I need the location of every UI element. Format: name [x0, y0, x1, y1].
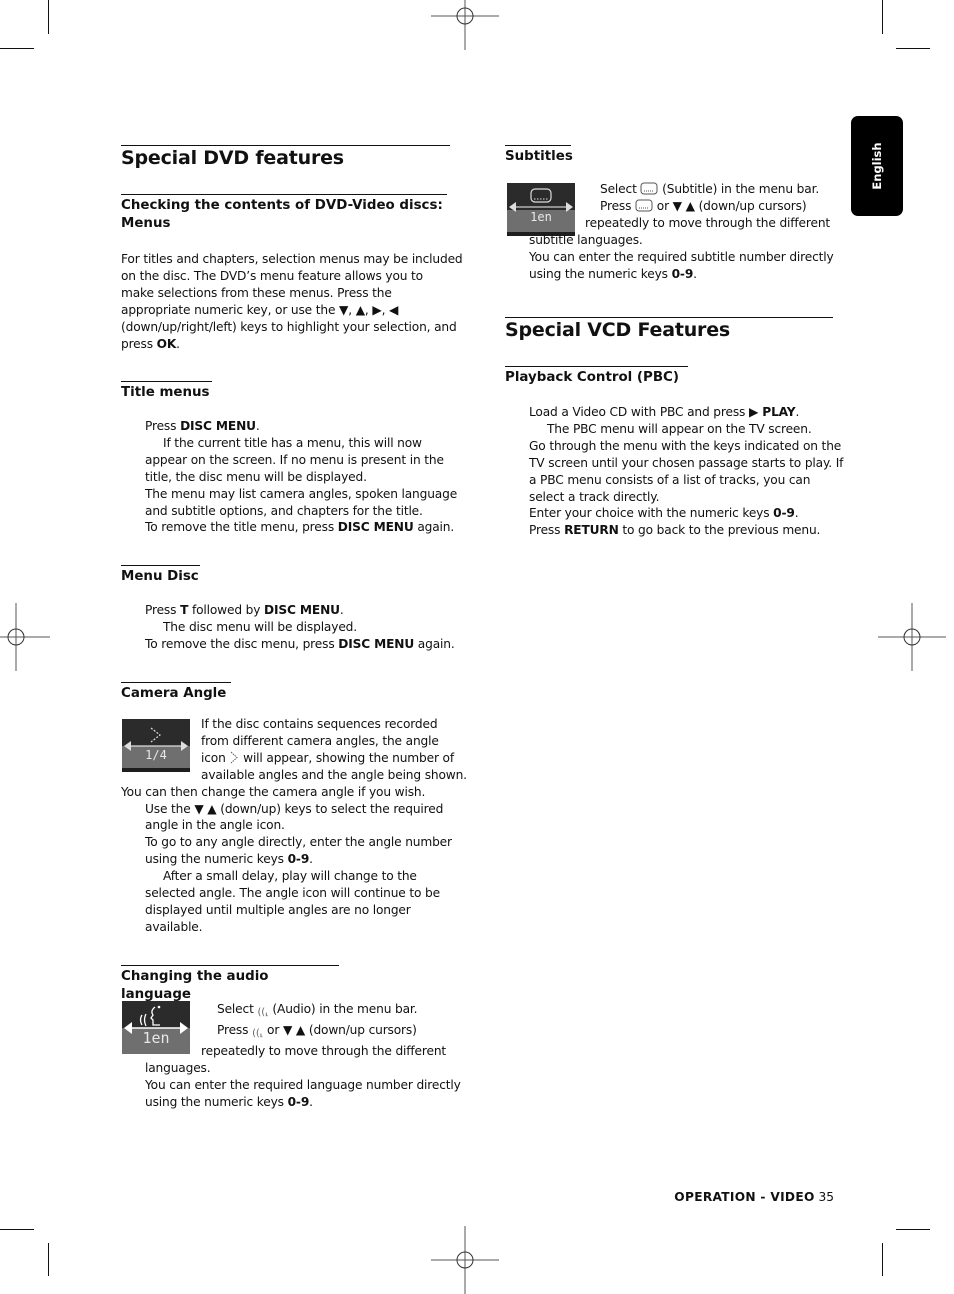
subtitle-icon	[635, 199, 653, 212]
angle-icon	[231, 751, 239, 764]
page-number: 35	[818, 1190, 834, 1204]
crop-mark	[0, 1229, 34, 1230]
language-tab: English	[851, 116, 903, 216]
section-heading-menus: Checking the contents of DVD-Video discs…	[121, 194, 447, 233]
registration-mark	[431, 0, 499, 50]
subtitles-body: Select (Subtitle) in the menu bar. Press…	[529, 182, 834, 281]
crop-mark	[48, 0, 49, 34]
section-heading-subtitles: Subtitles	[505, 145, 573, 166]
menus-body: For titles and chapters, selection menus…	[121, 252, 463, 351]
audio-language-body: Select ((⸤ (Audio) in the menu bar. Pres…	[145, 1002, 461, 1109]
registration-mark	[878, 603, 946, 671]
camera-angle-body: If the disc contains sequences recorded …	[121, 717, 467, 934]
pbc-body: Load a Video CD with PBC and press ▶ PLA…	[529, 405, 844, 538]
page-footer: OPERATION - VIDEO 35	[674, 1190, 834, 1204]
crop-mark	[882, 0, 883, 34]
footer-section: OPERATION - VIDEO	[674, 1190, 815, 1204]
crop-mark	[882, 1243, 883, 1276]
crop-mark	[48, 1243, 49, 1276]
crop-mark	[896, 48, 930, 49]
language-tab-label: English	[870, 142, 884, 190]
title-menus-body: Press DISC MENU. If the current title ha…	[145, 419, 458, 535]
section-heading-audio-language: Changing the audio language	[121, 965, 339, 1004]
key-ok: OK	[156, 336, 177, 351]
audio-icon: ((⸤	[252, 1027, 264, 1039]
audio-icon: ((⸤	[257, 1007, 269, 1018]
section-heading-title-menus: Title menus	[121, 381, 212, 402]
vcd-title: Special VCD Features	[505, 317, 833, 341]
menu-disc-body: Press T followed by DISC MENU. The disc …	[145, 603, 455, 651]
registration-mark	[431, 1226, 499, 1294]
crop-mark	[0, 48, 34, 49]
subtitle-icon	[640, 182, 658, 195]
section-heading-menu-disc: Menu Disc	[121, 565, 200, 586]
section-heading-pbc: Playback Control (PBC)	[505, 366, 688, 387]
page-title: Special DVD features	[121, 145, 450, 169]
crop-mark	[896, 1229, 930, 1230]
registration-mark	[0, 603, 50, 671]
section-heading-camera-angle: Camera Angle	[121, 682, 231, 703]
